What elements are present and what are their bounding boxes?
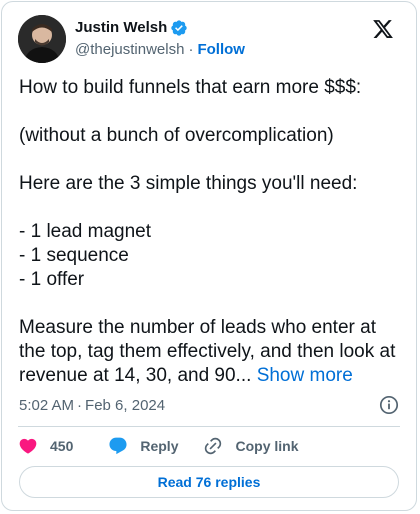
- read-replies-button[interactable]: Read 76 replies: [19, 466, 399, 498]
- author-handle[interactable]: @thejustinwelsh: [75, 40, 184, 60]
- follow-button[interactable]: Follow: [197, 40, 245, 60]
- tweet-card[interactable]: Justin Welsh @thejustinwelsh · Follow Ho…: [1, 1, 417, 511]
- verified-badge-icon: [170, 19, 188, 37]
- divider: [18, 426, 400, 427]
- show-more-link[interactable]: Show more: [257, 365, 353, 386]
- separator-dot: ·: [188, 41, 194, 58]
- reply-label: Reply: [140, 438, 179, 454]
- reply-button[interactable]: Reply: [108, 436, 178, 456]
- like-button[interactable]: 450: [18, 436, 73, 456]
- like-count: 450: [50, 438, 74, 454]
- copy-link-button[interactable]: Copy link: [203, 436, 299, 456]
- tweet-text: How to build funnels that earn more $$$:…: [19, 76, 405, 388]
- tweet-paragraph: - 1 lead magnet - 1 sequence - 1 offer: [19, 221, 152, 290]
- heart-icon: [18, 436, 38, 456]
- tweet-paragraph: Here are the 3 simple things you'll need…: [19, 173, 358, 194]
- tweet-paragraph: How to build funnels that earn more $$$:: [19, 77, 362, 98]
- tweet-paragraph: (without a bunch of overcomplication): [19, 125, 334, 146]
- separator-dot: ·: [77, 397, 83, 414]
- tweet-time: 5:02 AM: [19, 397, 75, 414]
- tweet-timestamp[interactable]: 5:02 AM · Feb 6, 2024: [19, 396, 165, 416]
- tweet-paragraph-last: Measure the number of leads who enter at…: [19, 316, 405, 388]
- author-name-row: Justin Welsh: [75, 18, 188, 38]
- tweet-date: Feb 6, 2024: [85, 397, 166, 414]
- author-handle-row: @thejustinwelsh · Follow: [75, 40, 245, 60]
- avatar[interactable]: [18, 15, 66, 63]
- link-icon: [203, 436, 223, 456]
- profile-photo-icon: [18, 15, 66, 63]
- action-bar: 450 Reply Copy link: [18, 435, 299, 457]
- reply-bubble-icon: [108, 436, 128, 456]
- author-name[interactable]: Justin Welsh: [75, 18, 167, 38]
- copy-link-label: Copy link: [235, 438, 299, 454]
- info-icon[interactable]: [379, 395, 399, 415]
- x-logo-icon[interactable]: [372, 18, 394, 40]
